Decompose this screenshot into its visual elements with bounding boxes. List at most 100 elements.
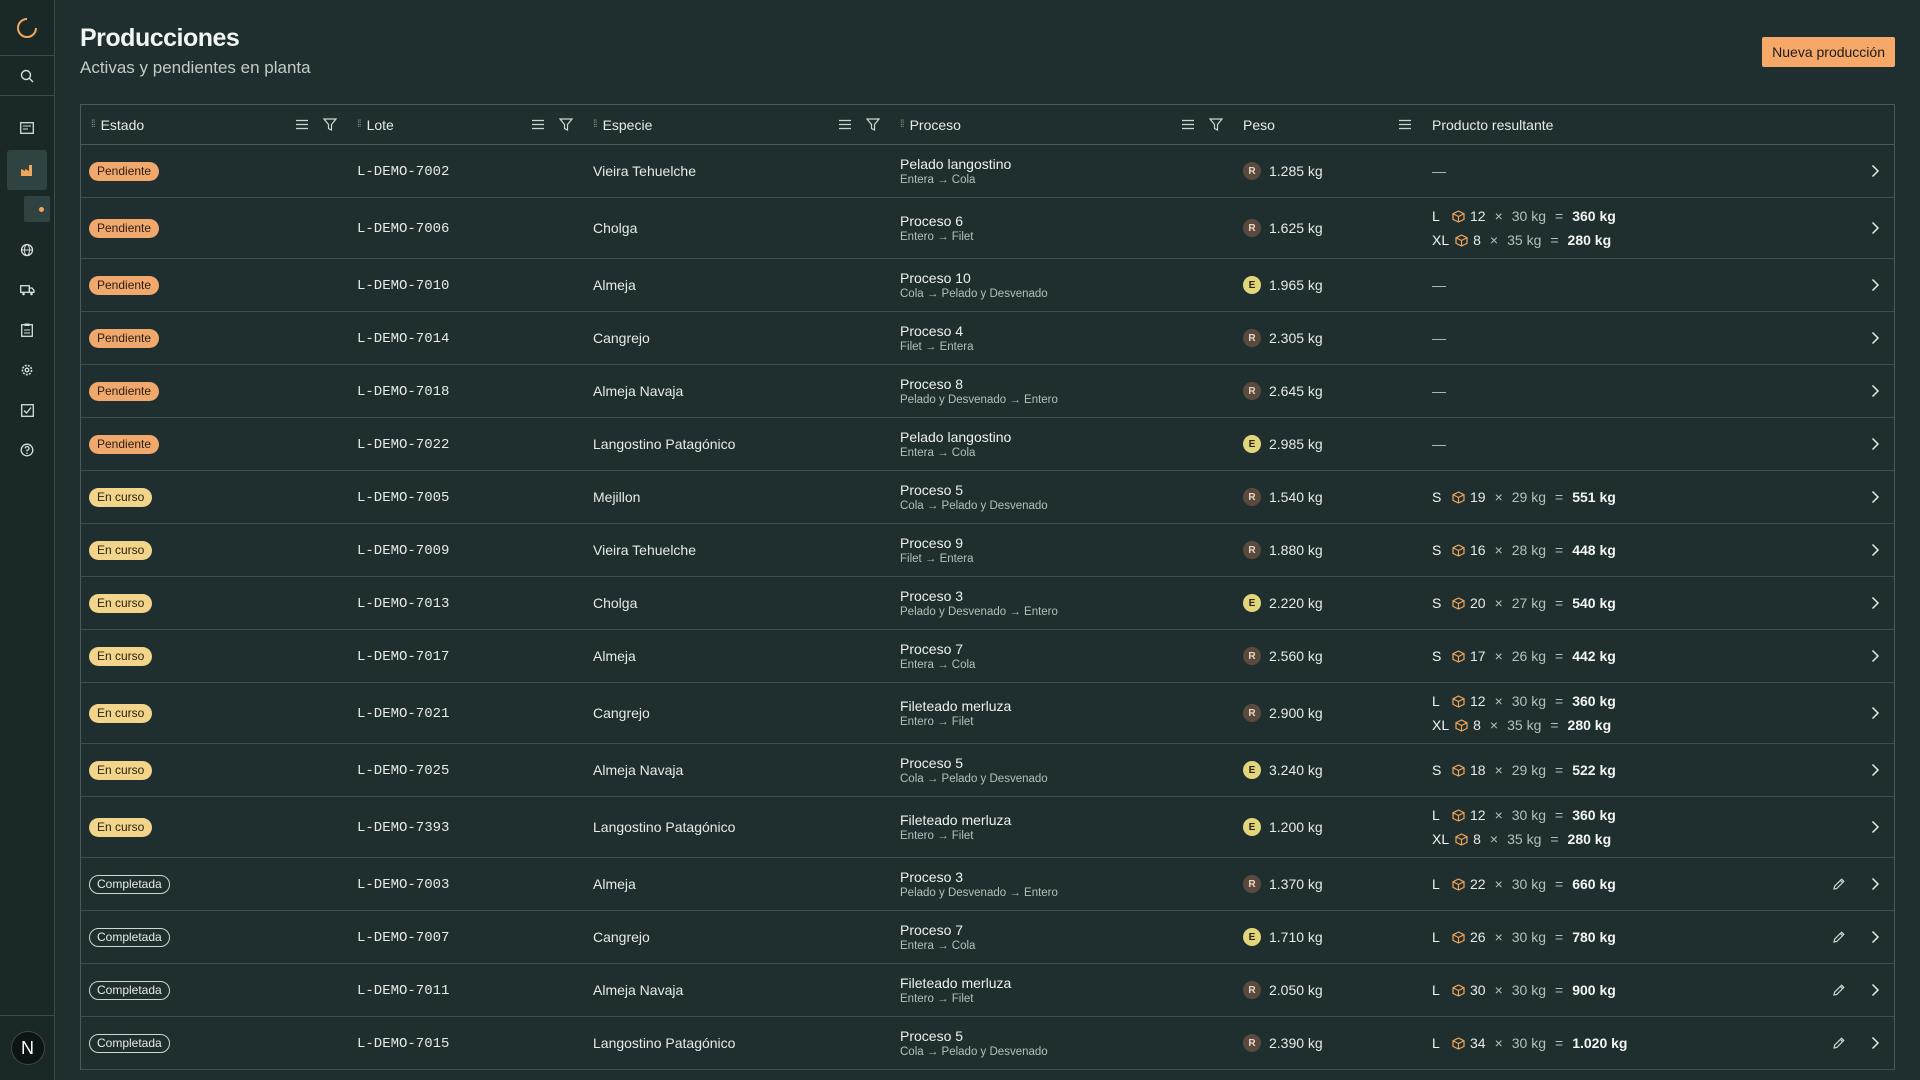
- row-open-button[interactable]: [1871, 596, 1880, 610]
- product-line: XL 8 × 35 kg = 280 kg: [1432, 713, 1894, 737]
- product-line: L 34 × 30 kg = 1.020 kg: [1432, 1031, 1894, 1055]
- column-header-proceso[interactable]: ⁞⁞ Proceso: [890, 105, 1233, 144]
- table-row[interactable]: Pendiente L-DEMO-7010 Almeja Proceso 10 Cola…: [81, 259, 1894, 312]
- row-open-button[interactable]: [1871, 649, 1880, 663]
- cell-proceso: Proceso 9 Filet → Entera: [890, 535, 1233, 565]
- table-row[interactable]: En curso L-DEMO-7009 Vieira Tehuelche Proce…: [81, 524, 1894, 577]
- row-open-button[interactable]: [1871, 164, 1880, 178]
- row-open-button[interactable]: [1871, 221, 1880, 235]
- weight-value: 1.880 kg: [1269, 542, 1323, 558]
- column-header-especie[interactable]: ⁞⁞ Especie: [583, 105, 890, 144]
- row-open-button[interactable]: [1871, 763, 1880, 777]
- weight-type-badge: R: [1243, 875, 1261, 893]
- grip-icon[interactable]: ⁞⁞: [593, 119, 597, 130]
- weight-value: 1.200 kg: [1269, 819, 1323, 835]
- row-open-button[interactable]: [1871, 331, 1880, 345]
- edit-button[interactable]: [1832, 877, 1846, 891]
- sidebar-item-producciones[interactable]: [7, 150, 47, 190]
- sidebar-item-help[interactable]: [7, 430, 47, 470]
- row-open-button[interactable]: [1871, 877, 1880, 891]
- edit-button[interactable]: [1832, 930, 1846, 944]
- table-row[interactable]: En curso L-DEMO-7393 Langostino Patagónico…: [81, 797, 1894, 858]
- cell-especie: Almeja Navaja: [593, 982, 684, 998]
- row-open-button[interactable]: [1871, 384, 1880, 398]
- productions-table: ⁞⁞ Estado ⁞⁞ Lote ⁞⁞ Especie ⁞⁞ Proceso …: [80, 104, 1895, 1070]
- sidebar-search[interactable]: [0, 56, 54, 96]
- filter-icon[interactable]: [323, 118, 337, 131]
- weight-type-badge: R: [1243, 162, 1261, 180]
- grip-icon[interactable]: ⁞⁞: [357, 119, 361, 130]
- menu-icon[interactable]: [1181, 119, 1195, 130]
- filter-icon[interactable]: [866, 118, 880, 131]
- table-row[interactable]: Pendiente L-DEMO-7006 Cholga Proceso 6 Enter…: [81, 198, 1894, 259]
- row-open-button[interactable]: [1871, 543, 1880, 557]
- table-row[interactable]: En curso L-DEMO-7013 Cholga Proceso 3 Pelado…: [81, 577, 1894, 630]
- checklist-icon: [20, 403, 34, 417]
- box-icon: [1452, 209, 1465, 223]
- column-header-producto[interactable]: Producto resultante: [1422, 105, 1894, 144]
- sidebar-item-dashboard[interactable]: [7, 108, 47, 148]
- product-unit: 30 kg: [1511, 1035, 1547, 1051]
- sidebar-item-globe[interactable]: [7, 230, 47, 270]
- cell-proceso: Proceso 5 Cola → Pelado y Desvenado: [890, 482, 1233, 512]
- empty-product: —: [1432, 330, 1446, 346]
- sidebar-item-tasks[interactable]: [7, 390, 47, 430]
- row-open-button[interactable]: [1871, 1036, 1880, 1050]
- row-open-button[interactable]: [1871, 490, 1880, 504]
- column-header-peso[interactable]: Peso: [1233, 105, 1422, 144]
- sidebar-item-reports[interactable]: [7, 310, 47, 350]
- table-row[interactable]: En curso L-DEMO-7017 Almeja Proceso 7 Entera…: [81, 630, 1894, 683]
- box-icon: [1452, 1036, 1465, 1050]
- row-open-button[interactable]: [1871, 706, 1880, 720]
- lote-code: L-DEMO-7022: [357, 437, 450, 453]
- times-sign: ×: [1494, 693, 1503, 709]
- column-header-estado[interactable]: ⁞⁞ Estado: [81, 105, 347, 144]
- lote-code: L-DEMO-7011: [357, 983, 450, 999]
- page-title: Producciones: [80, 24, 240, 52]
- table-row[interactable]: Pendiente L-DEMO-7018 Almeja Navaja Proceso…: [81, 365, 1894, 418]
- table-row[interactable]: Completada L-DEMO-7007 Cangrejo Proceso 7 En…: [81, 911, 1894, 964]
- menu-icon[interactable]: [295, 119, 309, 130]
- table-row[interactable]: Completada L-DEMO-7011 Almeja Navaja Filete…: [81, 964, 1894, 1017]
- user-menu[interactable]: N: [0, 1015, 55, 1080]
- new-production-button[interactable]: Nueva producción: [1762, 37, 1895, 67]
- table-row[interactable]: En curso L-DEMO-7021 Cangrejo Fileteado mer…: [81, 683, 1894, 744]
- column-header-lote[interactable]: ⁞⁞ Lote: [347, 105, 583, 144]
- edit-button[interactable]: [1832, 1036, 1846, 1050]
- menu-icon[interactable]: [531, 119, 545, 130]
- weight-type-badge: E: [1243, 435, 1261, 453]
- row-open-button[interactable]: [1871, 983, 1880, 997]
- table-row[interactable]: En curso L-DEMO-7005 Mejillon Proceso 5 Cola…: [81, 471, 1894, 524]
- cell-producto: L 34 × 30 kg = 1.020 kg: [1422, 1017, 1894, 1069]
- product-line: L 12 × 30 kg = 360 kg: [1432, 803, 1894, 827]
- grip-icon[interactable]: ⁞⁞: [900, 119, 904, 130]
- edit-button[interactable]: [1832, 983, 1846, 997]
- row-open-button[interactable]: [1871, 278, 1880, 292]
- table-row[interactable]: Pendiente L-DEMO-7002 Vieira Tehuelche Pela…: [81, 145, 1894, 198]
- chevron-right-icon: [1871, 983, 1880, 997]
- row-open-button[interactable]: [1871, 820, 1880, 834]
- product-line: L 12 × 30 kg = 360 kg: [1432, 689, 1894, 713]
- product-unit: 30 kg: [1511, 929, 1547, 945]
- filter-icon[interactable]: [1209, 118, 1223, 131]
- avatar[interactable]: N: [10, 1031, 45, 1065]
- table-row[interactable]: En curso L-DEMO-7025 Almeja Navaja Proceso …: [81, 744, 1894, 797]
- table-row[interactable]: Completada L-DEMO-7003 Almeja Proceso 3 Pela…: [81, 858, 1894, 911]
- row-open-button[interactable]: [1871, 437, 1880, 451]
- table-row[interactable]: Completada L-DEMO-7015 Langostino Patagóni…: [81, 1017, 1894, 1070]
- menu-icon[interactable]: [1398, 119, 1412, 130]
- grip-icon[interactable]: ⁞⁞: [91, 119, 95, 130]
- app-logo[interactable]: [0, 0, 54, 56]
- weight-value: 1.710 kg: [1269, 929, 1323, 945]
- sidebar-item-logistics[interactable]: [7, 270, 47, 310]
- chevron-right-icon: [1871, 384, 1880, 398]
- row-open-button[interactable]: [1871, 930, 1880, 944]
- menu-icon[interactable]: [838, 119, 852, 130]
- sidebar-item-settings[interactable]: [7, 350, 47, 390]
- lote-code: L-DEMO-7009: [357, 543, 450, 559]
- sidebar-subitem-active[interactable]: [24, 196, 50, 222]
- table-row[interactable]: Pendiente L-DEMO-7014 Cangrejo Proceso 4 Fil…: [81, 312, 1894, 365]
- cell-producto: S 17 × 26 kg = 442 kg: [1422, 630, 1894, 682]
- table-row[interactable]: Pendiente L-DEMO-7022 Langostino Patagónic…: [81, 418, 1894, 471]
- filter-icon[interactable]: [559, 118, 573, 131]
